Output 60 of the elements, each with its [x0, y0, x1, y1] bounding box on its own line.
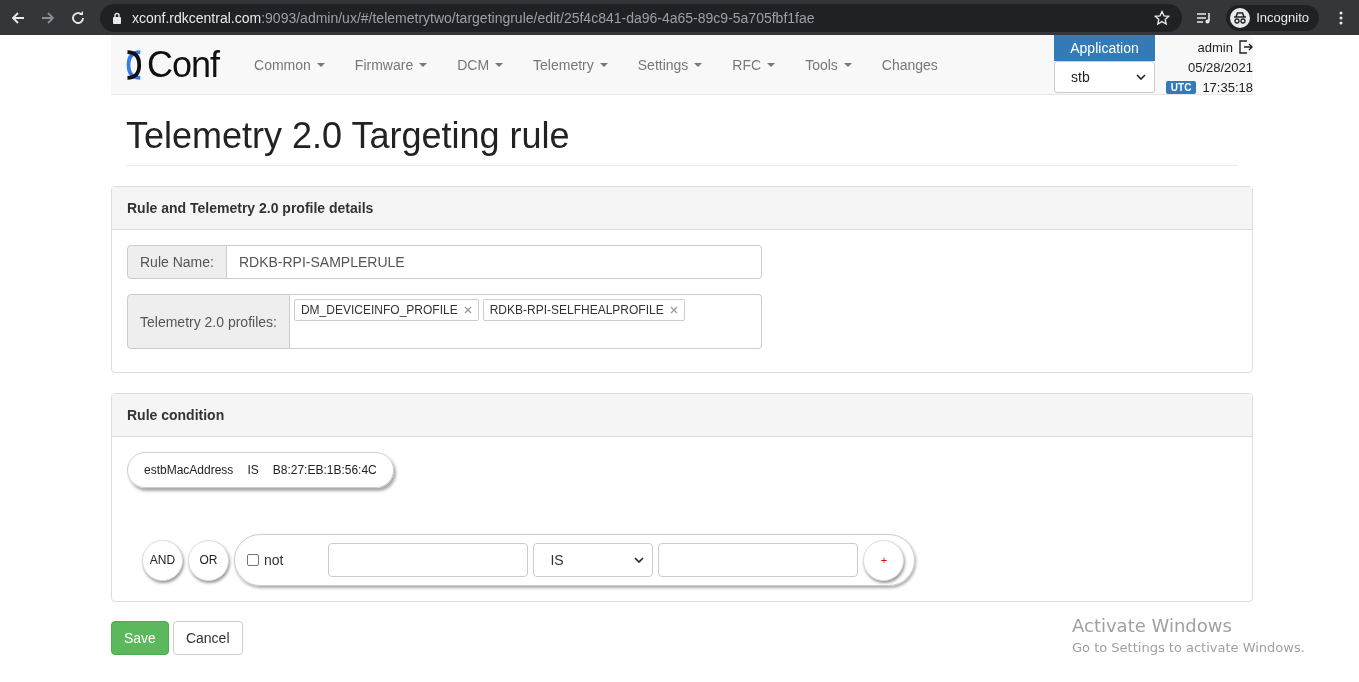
time-text: 17:35:18 — [1202, 79, 1253, 95]
application-label: Application — [1054, 35, 1155, 61]
profiles-input[interactable]: DM_DEVICEINFO_PROFILE RDKB-RPI-SELFHEALPROFILE — [289, 294, 762, 349]
condition-operation: IS — [247, 463, 259, 477]
remove-icon[interactable] — [463, 306, 472, 314]
not-checkbox[interactable] — [247, 554, 259, 566]
operation-select[interactable]: IS — [533, 543, 654, 577]
caret-icon — [419, 62, 428, 67]
nav-menu[interactable]: Firmware — [339, 56, 443, 73]
nav-menu[interactable]: DCM — [442, 56, 519, 73]
application-select[interactable]: stb — [1054, 61, 1155, 93]
lock-icon — [112, 11, 122, 24]
nav-menu[interactable]: Tools — [790, 56, 867, 73]
page-title: Telemetry 2.0 Targeting rule — [126, 115, 1238, 166]
timezone-badge: UTC — [1165, 80, 1197, 94]
rule-name-label: Rule Name: — [127, 245, 227, 279]
caret-icon — [767, 62, 776, 67]
nav-menu[interactable]: Changes — [866, 56, 953, 73]
profile-label: Incognito — [1256, 10, 1309, 25]
nav-menu[interactable]: Telemetry — [518, 56, 623, 73]
logic-button[interactable]: AND — [142, 539, 183, 581]
tag-label: RDKB-RPI-SELFHEALPROFILE — [489, 303, 664, 317]
condition-value: B8:27:EB:1B:56:4C — [272, 463, 377, 477]
chevron-down-icon — [1136, 74, 1146, 80]
profiles-label: Telemetry 2.0 profiles: — [127, 294, 290, 349]
cancel-button[interactable]: Cancel — [172, 621, 243, 655]
address-bar[interactable]: xconf.rdkcentral.com:9093/admin/ux/#/telemetrytwo/targetingrule/edit/25f4c841-da96-4a65-89c9-5a705fbf1fae — [100, 3, 1183, 32]
reload-icon[interactable] — [70, 9, 86, 26]
key-input[interactable] — [328, 543, 529, 577]
panel-heading: Rule and Telemetry 2.0 profile details — [112, 187, 1252, 230]
username: admin — [1197, 39, 1233, 55]
date-text: 05/28/2021 — [1186, 58, 1253, 77]
incognito-icon — [1230, 7, 1251, 28]
caret-icon — [495, 62, 504, 67]
activation-text: Go to Settings to activate Windows. — [1072, 640, 1305, 655]
caret-icon — [843, 62, 852, 67]
add-button[interactable]: + — [863, 539, 905, 581]
caret-icon — [694, 62, 703, 67]
remove-icon[interactable] — [669, 306, 678, 314]
caret-icon — [316, 62, 325, 67]
not-label: not — [264, 552, 284, 568]
chevron-down-icon — [634, 557, 645, 563]
logout-icon[interactable] — [1239, 40, 1253, 54]
tag-label: DM_DEVICEINFO_PROFILE — [300, 303, 458, 317]
value-input[interactable] — [658, 543, 859, 577]
condition-key: estbMacAddress — [144, 463, 234, 477]
logic-button[interactable]: OR — [188, 539, 229, 581]
nav-menu[interactable]: Common — [239, 56, 340, 73]
rule-name-input[interactable]: RDKB-RPI-SAMPLERULE — [226, 245, 762, 279]
forward-icon[interactable] — [40, 9, 56, 26]
star-icon[interactable] — [1154, 9, 1171, 26]
nav-menu[interactable]: Settings — [622, 56, 718, 73]
back-icon[interactable] — [10, 9, 26, 26]
logo-text: Conf — [147, 43, 220, 86]
caret-icon — [599, 62, 608, 67]
activation-title: Activate Windows — [1072, 615, 1233, 636]
incognito-badge[interactable]: Incognito — [1226, 4, 1319, 31]
panel-heading: Rule condition — [112, 394, 1252, 437]
save-button[interactable]: Save — [111, 621, 169, 655]
nav-menu[interactable]: RFC — [717, 56, 791, 73]
